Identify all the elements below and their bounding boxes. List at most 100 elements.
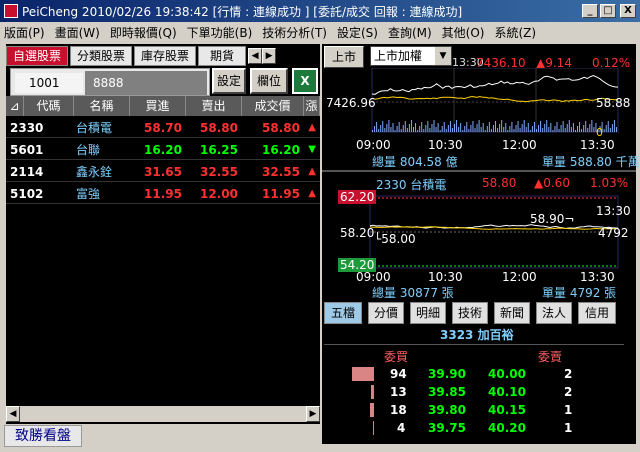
horizontal-scrollbar[interactable]: ◀ ▶ — [6, 406, 320, 422]
menu-bar: 版面(P) 畫面(W) 即時報價(Q) 下單功能(B) 技術分析(T) 設定(S… — [0, 22, 640, 42]
table-row[interactable]: 2330 台積電 58.70 58.80 58.80 ▲ — [6, 118, 320, 138]
stock-x-tick-0900: 09:00 — [356, 270, 391, 284]
table-row[interactable]: 2114 鑫永銓 31.65 32.55 32.55 ▲ — [6, 162, 320, 182]
index-volume-bar — [417, 130, 419, 132]
menu-layout[interactable]: 版面(P) — [4, 24, 45, 41]
tab-institutional[interactable]: 法人 — [536, 302, 572, 324]
index-volume-bar — [449, 121, 451, 132]
cell-bid: 31.65 — [144, 164, 182, 179]
scroll-left-icon[interactable]: ◀ — [6, 406, 20, 422]
menu-settings[interactable]: 設定(S) — [337, 24, 378, 41]
index-volume-bar — [525, 127, 527, 132]
col-name[interactable]: 名稱 — [74, 96, 130, 116]
tab-inventory[interactable]: 庫存股票 — [134, 46, 197, 66]
table-row[interactable]: 5102 富強 11.95 12.00 11.95 ▲ — [6, 184, 320, 204]
table-row[interactable]: 5601 台聯 16.20 16.25 16.20 ▼ — [6, 140, 320, 160]
tab-watchlist[interactable]: 自選股票 — [6, 46, 69, 66]
menu-other[interactable]: 其他(O) — [442, 24, 485, 41]
index-volume-bar — [548, 127, 550, 132]
index-volume-bar — [536, 129, 537, 132]
buy-label: 委買 — [384, 350, 409, 364]
stock-time-label: 13:30 — [596, 204, 631, 218]
tab-scroll-right-icon[interactable]: ▶ — [262, 48, 277, 64]
order-book-row: 13 39.85 40.10 2 — [324, 384, 624, 401]
ask-price[interactable]: 40.20 — [488, 421, 526, 435]
cell-direction-icon: ▲ — [308, 121, 316, 133]
index-volume-bar — [460, 123, 462, 132]
tab-price-split[interactable]: 分價 — [368, 302, 404, 324]
bid-price[interactable]: 39.80 — [428, 403, 466, 417]
index-volume-bar — [519, 128, 521, 132]
sell-label: 委賣 — [538, 350, 563, 364]
index-select[interactable]: 上市加權 ▼ — [370, 46, 452, 66]
annot-arrow-icon: ¬ — [564, 212, 575, 226]
watchlist-tabs: 自選股票 分類股票 庫存股票 期貨 ◀ ▶ — [6, 46, 277, 66]
index-volume-bar — [531, 126, 533, 132]
tab-five-levels[interactable]: 五檔 — [324, 302, 362, 324]
tab-credit[interactable]: 信用 — [578, 302, 616, 324]
menu-quotes[interactable]: 即時報價(Q) — [110, 24, 177, 41]
bid-price[interactable]: 39.75 — [428, 421, 466, 435]
chevron-down-icon[interactable]: ▼ — [435, 47, 451, 65]
menu-analysis[interactable]: 技術分析(T) — [262, 24, 327, 41]
col-bid[interactable]: 買進 — [130, 96, 186, 116]
index-volume-bar — [470, 125, 472, 132]
menu-query[interactable]: 查詢(M) — [388, 24, 432, 41]
col-change[interactable]: 漲 — [304, 96, 320, 116]
index-volume-bar — [552, 130, 554, 132]
tab-details[interactable]: 明細 — [410, 302, 446, 324]
menu-screen[interactable]: 畫面(W) — [55, 24, 100, 41]
scroll-right-icon[interactable]: ▶ — [306, 406, 320, 422]
index-volume-bar — [560, 125, 562, 132]
tab-category[interactable]: 分類股票 — [70, 46, 133, 66]
minimize-button[interactable]: _ — [582, 4, 598, 18]
column-header: ⊿ 代碼 名稱 買進 賣出 成交價 漲 — [6, 96, 320, 116]
cell-code: 2114 — [10, 164, 44, 179]
index-volume-bar — [425, 125, 427, 132]
columns-button[interactable]: 欄位 — [250, 68, 288, 94]
maximize-button[interactable]: □ — [600, 4, 616, 18]
cell-ask: 12.00 — [200, 186, 238, 201]
col-sort[interactable]: ⊿ — [6, 96, 24, 116]
index-volume-bar — [507, 130, 509, 132]
col-last[interactable]: 成交價 — [242, 96, 304, 116]
index-volume-bar — [515, 125, 517, 132]
index-volume-bar — [394, 130, 396, 132]
bid-price[interactable]: 39.90 — [428, 367, 466, 381]
bottom-tab[interactable]: 致勝看盤 — [4, 425, 82, 447]
index-volume-bar — [468, 129, 470, 132]
ask-price[interactable]: 40.15 — [488, 403, 526, 417]
menu-system[interactable]: 系統(Z) — [494, 24, 536, 41]
ask-qty: 1 — [564, 421, 573, 435]
menu-order[interactable]: 下單功能(B) — [187, 24, 253, 41]
window-title: PeiCheng 2010/02/26 19:38:42 [行情 : 連線成功 … — [22, 4, 463, 19]
ask-qty: 2 — [564, 385, 573, 399]
col-code[interactable]: 代碼 — [24, 96, 74, 116]
close-button[interactable]: X — [620, 4, 636, 18]
index-volume-bar — [380, 125, 382, 132]
index-volume-bar — [476, 124, 478, 132]
index-volume-bar — [400, 129, 402, 132]
market-button[interactable]: 上市 — [324, 46, 364, 68]
col-ask[interactable]: 賣出 — [186, 96, 242, 116]
index-volume-bar — [454, 124, 455, 132]
index-volume-bar — [427, 121, 429, 132]
excel-export-icon[interactable]: X — [292, 68, 318, 94]
cell-ask: 16.25 — [200, 142, 238, 157]
cell-direction-icon: ▲ — [308, 187, 316, 199]
code-value[interactable]: 8888 — [85, 71, 207, 95]
tab-scroll-left-icon[interactable]: ◀ — [248, 48, 263, 64]
ask-price[interactable]: 40.00 — [488, 367, 526, 381]
index-volume-bar — [523, 120, 525, 132]
ask-price[interactable]: 40.10 — [488, 385, 526, 399]
cell-ask: 32.55 — [200, 164, 238, 179]
tab-futures[interactable]: 期貨 — [198, 46, 247, 66]
bid-price[interactable]: 39.85 — [428, 385, 466, 399]
code-label[interactable]: 1001 — [15, 73, 83, 93]
tab-technical[interactable]: 技術 — [452, 302, 488, 324]
cell-last: 16.20 — [262, 142, 300, 157]
settings-button[interactable]: 設定 — [212, 68, 246, 94]
index-volume-bar — [492, 125, 494, 132]
tab-news[interactable]: 新聞 — [494, 302, 530, 324]
title-bar: PeiCheng 2010/02/26 19:38:42 [行情 : 連線成功 … — [0, 0, 640, 22]
